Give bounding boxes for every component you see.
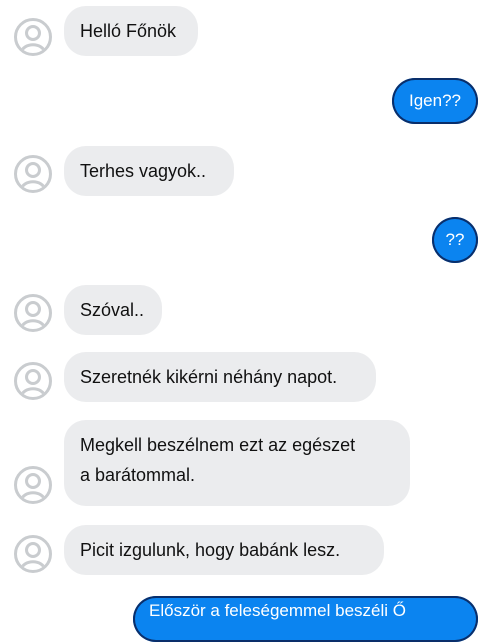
incoming-message: Szóval.. [64,285,162,335]
incoming-message: Megkell beszélnem ezt az egészet a barát… [64,420,410,506]
avatar-icon [14,294,52,332]
avatar-icon [14,155,52,193]
incoming-message: Helló Főnök [64,6,198,56]
outgoing-message: Igen?? [392,78,478,124]
incoming-message: Picit izgulunk, hogy babánk lesz. [64,525,384,575]
incoming-message: Szeretnék kikérni néhány napot. [64,352,376,402]
avatar-icon [14,466,52,504]
message-line: a barátommal. [80,465,196,485]
avatar-icon [14,18,52,56]
message-line: Megkell beszélnem ezt az egészet [80,435,356,455]
incoming-message: Terhes vagyok.. [64,146,234,196]
avatar-icon [14,362,52,400]
avatar-icon [14,535,52,573]
outgoing-message: Először a feleségemmel beszéli Ő [133,596,478,642]
outgoing-message: ?? [432,217,478,263]
